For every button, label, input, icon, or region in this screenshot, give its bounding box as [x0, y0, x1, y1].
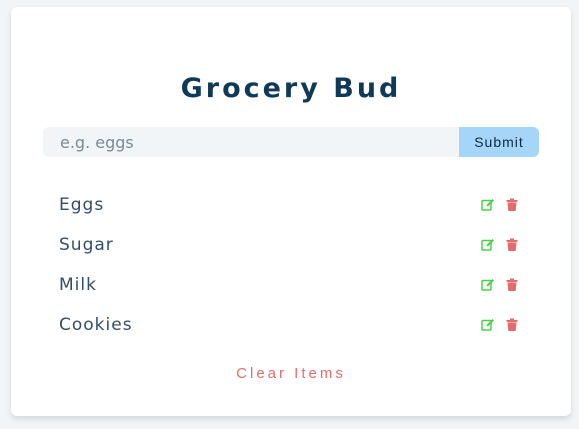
edit-icon[interactable] — [481, 278, 495, 292]
submit-button[interactable]: Submit — [459, 127, 539, 157]
trash-icon[interactable] — [505, 238, 519, 252]
item-actions — [481, 318, 519, 332]
list-item: Sugar — [59, 225, 523, 265]
item-actions — [481, 238, 519, 252]
list-item-label: Milk — [59, 275, 97, 295]
edit-icon[interactable] — [481, 238, 495, 252]
item-actions — [481, 278, 519, 292]
list-item-label: Cookies — [59, 315, 133, 335]
grocery-form: Submit — [43, 127, 539, 157]
list-item: Eggs — [59, 185, 523, 225]
trash-icon[interactable] — [505, 278, 519, 292]
trash-icon[interactable] — [505, 318, 519, 332]
grocery-input[interactable] — [43, 127, 459, 157]
list-item-label: Sugar — [59, 235, 114, 255]
trash-icon[interactable] — [505, 198, 519, 212]
list-item: Milk — [59, 265, 523, 305]
edit-icon[interactable] — [481, 198, 495, 212]
page-title: Grocery Bud — [180, 73, 402, 104]
grocery-list: Eggs Sugar Milk Cookies — [59, 185, 523, 345]
edit-icon[interactable] — [481, 318, 495, 332]
grocery-card: Grocery Bud Submit Eggs — [11, 7, 571, 416]
clear-items-button[interactable]: Clear Items — [11, 365, 571, 382]
list-item-label: Eggs — [59, 195, 105, 215]
item-actions — [481, 198, 519, 212]
list-item: Cookies — [59, 305, 523, 345]
